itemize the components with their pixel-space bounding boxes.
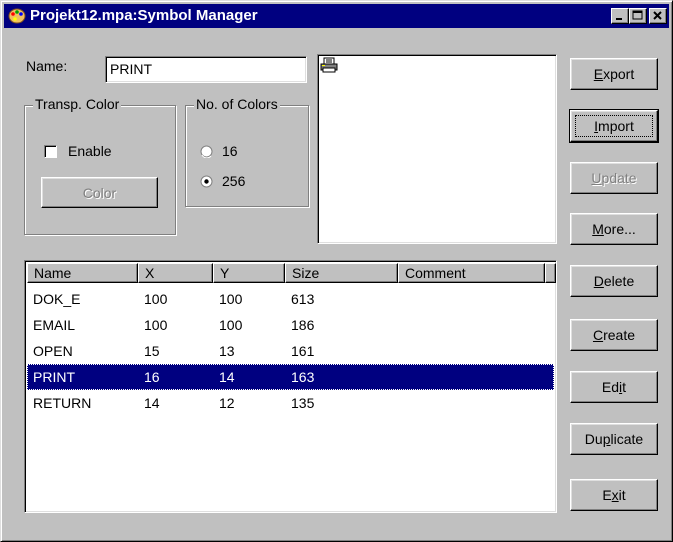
close-button[interactable] bbox=[649, 8, 667, 24]
radio-16[interactable] bbox=[200, 145, 213, 158]
name-input[interactable]: PRINT bbox=[105, 56, 307, 83]
enable-label: Enable bbox=[68, 143, 112, 159]
table-row[interactable]: OPEN 15 13 161 bbox=[27, 338, 554, 364]
exit-button[interactable]: Exit bbox=[570, 479, 658, 511]
palette-app-icon bbox=[8, 7, 26, 25]
maximize-icon bbox=[632, 10, 643, 20]
create-button[interactable]: Create bbox=[570, 319, 658, 351]
column-header-filler bbox=[545, 263, 556, 283]
printer-icon bbox=[320, 57, 338, 73]
transp-color-legend: Transp. Color bbox=[33, 96, 122, 112]
close-icon bbox=[653, 11, 662, 20]
table-row[interactable]: DOK_E 100 100 613 bbox=[27, 286, 554, 312]
table-row[interactable]: RETURN 14 12 135 bbox=[27, 390, 554, 416]
more-button[interactable]: More... bbox=[570, 213, 658, 245]
title-bar[interactable]: Projekt12.mpa:Symbol Manager bbox=[4, 4, 669, 28]
symbol-preview bbox=[317, 54, 557, 244]
enable-checkbox[interactable] bbox=[44, 145, 57, 158]
radio-256[interactable] bbox=[200, 175, 213, 188]
table-row[interactable]: EMAIL 100 100 186 bbox=[27, 312, 554, 338]
duplicate-button[interactable]: Duplicate bbox=[570, 423, 658, 455]
update-button[interactable]: Update bbox=[570, 162, 658, 194]
name-input-value: PRINT bbox=[110, 61, 152, 77]
symbol-manager-window: Projekt12.mpa:Symbol Manager Name: PRINT… bbox=[0, 0, 673, 542]
minimize-icon bbox=[616, 18, 622, 20]
transp-color-group: Transp. Color bbox=[24, 96, 176, 235]
column-header-y[interactable]: Y bbox=[213, 263, 285, 283]
export-button[interactable]: Export bbox=[570, 58, 658, 90]
window-title: Projekt12.mpa:Symbol Manager bbox=[30, 7, 258, 24]
radio-16-label: 16 bbox=[222, 143, 238, 159]
maximize-button[interactable] bbox=[629, 8, 647, 24]
color-button[interactable]: Color bbox=[41, 177, 158, 208]
column-header-comment[interactable]: Comment bbox=[398, 263, 545, 283]
column-header-name[interactable]: Name bbox=[27, 263, 138, 283]
symbol-list[interactable]: Name X Y Size Comment DOK_E 100 100 613 … bbox=[24, 260, 557, 513]
import-button[interactable]: Import bbox=[569, 109, 659, 143]
column-header-size[interactable]: Size bbox=[285, 263, 398, 283]
radio-256-label: 256 bbox=[222, 173, 246, 189]
list-header: Name X Y Size Comment bbox=[27, 263, 556, 284]
delete-button[interactable]: Delete bbox=[570, 265, 658, 297]
table-row-selected[interactable]: PRINT 16 14 163 bbox=[27, 364, 554, 390]
edit-button[interactable]: Edit bbox=[570, 371, 658, 403]
num-colors-legend: No. of Colors bbox=[194, 96, 280, 112]
name-label: Name: bbox=[26, 58, 68, 74]
minimize-button[interactable] bbox=[611, 8, 629, 24]
column-header-x[interactable]: X bbox=[138, 263, 213, 283]
